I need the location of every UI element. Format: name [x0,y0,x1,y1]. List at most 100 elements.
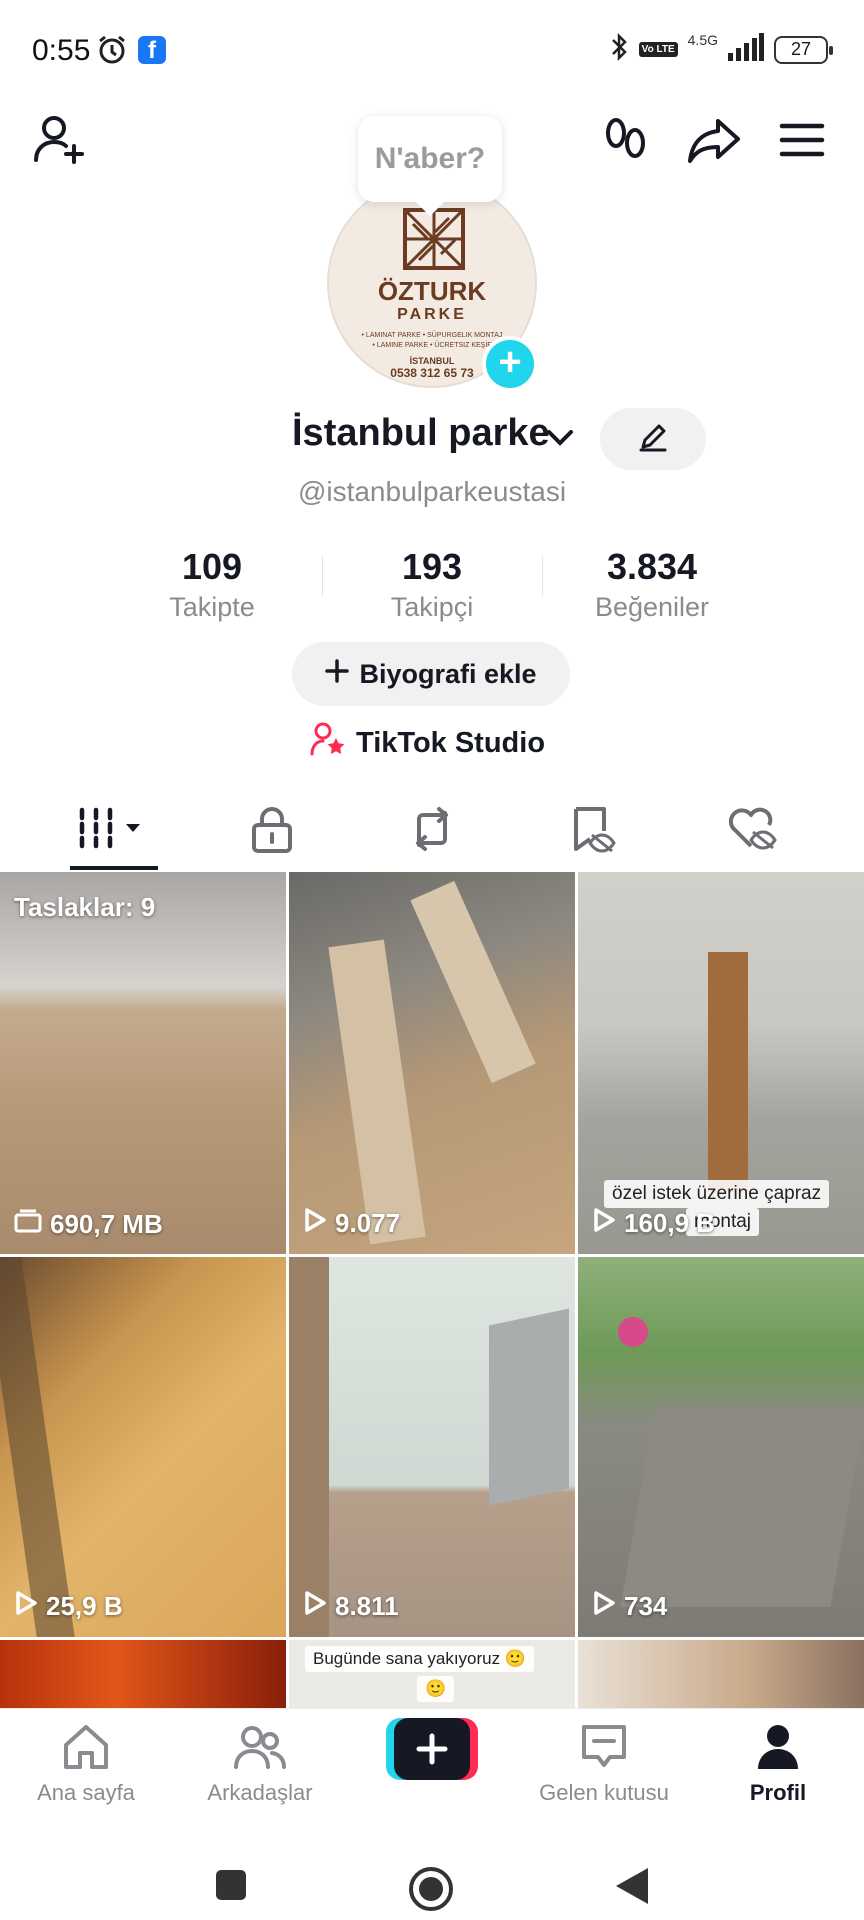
play-icon [303,1207,327,1240]
tiktok-studio-label: TikTok Studio [356,726,546,759]
stat-divider [322,556,323,596]
pencil-icon [637,421,669,458]
back-icon[interactable] [614,1866,650,1911]
stat-divider [542,556,543,596]
play-icon [14,1590,38,1623]
stat-label: Takipte [169,592,255,622]
signal-icon [728,33,764,66]
tab-videos[interactable] [52,790,172,872]
avatar-brand-sub: PARKE [397,306,467,323]
friends-icon [232,1726,288,1775]
network-type: 4.5G [687,31,718,48]
repost-icon [407,805,457,858]
folder-icon [14,1209,42,1240]
video-tile[interactable]: 25,9 B [0,1257,286,1637]
add-friend-icon[interactable] [30,110,90,170]
add-bio-button[interactable]: Biyografi ekle [292,642,570,706]
recent-apps-icon[interactable] [214,1868,248,1907]
play-icon [303,1590,327,1623]
video-meta: 734 [592,1590,667,1623]
profile-name[interactable]: İstanbul parke [292,412,550,455]
view-count: 9.077 [335,1208,401,1238]
view-count: 160,9 B [624,1208,716,1238]
nav-friends-label: Arkadaşlar [207,1780,313,1805]
nav-inbox[interactable]: Gelen kutusu [524,1723,684,1806]
add-bio-label: Biyografi ekle [359,658,537,689]
grid-columns-icon [76,806,148,857]
tab-reposts[interactable] [372,790,492,872]
menu-icon[interactable] [772,110,832,170]
video-caption: özel istek üzerine çapraz [604,1180,830,1208]
volte-badge: Vo LTE [638,42,678,57]
video-meta: 9.077 [303,1207,400,1240]
home-button-icon[interactable] [408,1866,454,1917]
video-meta: 25,9 B [14,1590,123,1623]
system-navigation-bar [0,1822,864,1920]
facebook-icon: f [138,36,166,64]
lock-icon [251,805,293,858]
profile-icon [756,1725,800,1775]
studio-person-star-icon [310,722,346,764]
stat-value: 193 [401,546,463,587]
video-tile[interactable]: 9.077 [289,872,575,1254]
play-icon [592,1207,616,1240]
footprint-icon[interactable] [596,110,656,170]
alarm-icon [96,34,128,71]
profile-content-tabs [0,790,864,872]
nav-profile[interactable]: Profil [698,1723,858,1806]
stat-likes[interactable]: 3.834 Beğeniler [552,546,752,623]
video-tile[interactable]: Bugünde sana yakıyoruz 🙂 🙂 [289,1640,575,1708]
stat-label: Beğeniler [594,592,710,622]
view-count: 25,9 B [46,1591,123,1621]
edit-profile-button[interactable] [600,408,706,470]
home-icon [60,1725,112,1775]
create-button[interactable] [386,1718,478,1780]
video-caption: 🙂 [417,1676,455,1702]
inbox-icon [578,1725,630,1775]
avatar-brand-name: ÖZTURK [377,276,487,306]
nav-home[interactable]: Ana sayfa [6,1723,166,1806]
share-icon[interactable] [684,110,744,170]
bookmark-hidden-icon [568,805,616,858]
add-avatar-button[interactable]: + [482,336,538,392]
tab-private[interactable] [212,790,332,872]
video-tile[interactable]: 734 [578,1257,864,1637]
stat-following[interactable]: 109 Takipte [112,546,312,623]
drafts-count: Taslaklar: 9 [14,892,156,922]
active-tab-indicator [70,866,158,870]
view-count: 8.811 [335,1591,399,1621]
heart-hidden-icon [727,806,777,857]
video-tile[interactable]: özel istek üzerine çapraz montaj 160,9 B [578,872,864,1254]
drafts-tile[interactable]: Taslaklar: 9 690,7 MB [0,872,286,1254]
video-tile[interactable] [578,1640,864,1708]
video-tile[interactable] [0,1640,286,1708]
video-meta: 690,7 MB [14,1209,163,1240]
parquet-logo [403,208,465,270]
stat-followers[interactable]: 193 Takipçi [332,546,532,623]
status-note-bubble[interactable]: N'aber? [358,116,502,202]
status-bar: 0:55 f Vo LTE 4.5G 27 [0,0,864,100]
stat-value: 109 [181,546,243,587]
nav-friends[interactable]: Arkadaşlar [180,1723,340,1806]
draft-size: 690,7 MB [50,1209,163,1239]
video-meta: 160,9 B [592,1207,715,1240]
nav-profile-label: Profil [749,1780,807,1805]
plus-icon [325,658,350,690]
status-time: 0:55 [32,34,91,67]
video-grid: Taslaklar: 9 690,7 MB 9.077 özel istek ü… [0,872,864,1708]
battery-icon: 27 [774,35,833,64]
stat-value: 3.834 [606,546,698,587]
nav-inbox-label: Gelen kutusu [539,1780,669,1805]
view-count: 734 [624,1591,668,1621]
profile-handle: @istanbulparkeustasi [297,476,567,507]
nav-home-label: Ana sayfa [37,1780,135,1805]
tab-liked[interactable] [692,790,812,872]
video-caption: Bugünde sana yakıyoruz 🙂 [305,1646,535,1672]
tiktok-studio-link[interactable]: TikTok Studio [310,722,545,764]
bluetooth-icon [609,32,629,67]
tab-favorites[interactable] [532,790,652,872]
video-meta: 8.811 [303,1590,399,1623]
video-tile[interactable]: 8.811 [289,1257,575,1637]
chevron-down-icon[interactable] [546,428,574,453]
stat-label: Takipçi [390,592,474,622]
